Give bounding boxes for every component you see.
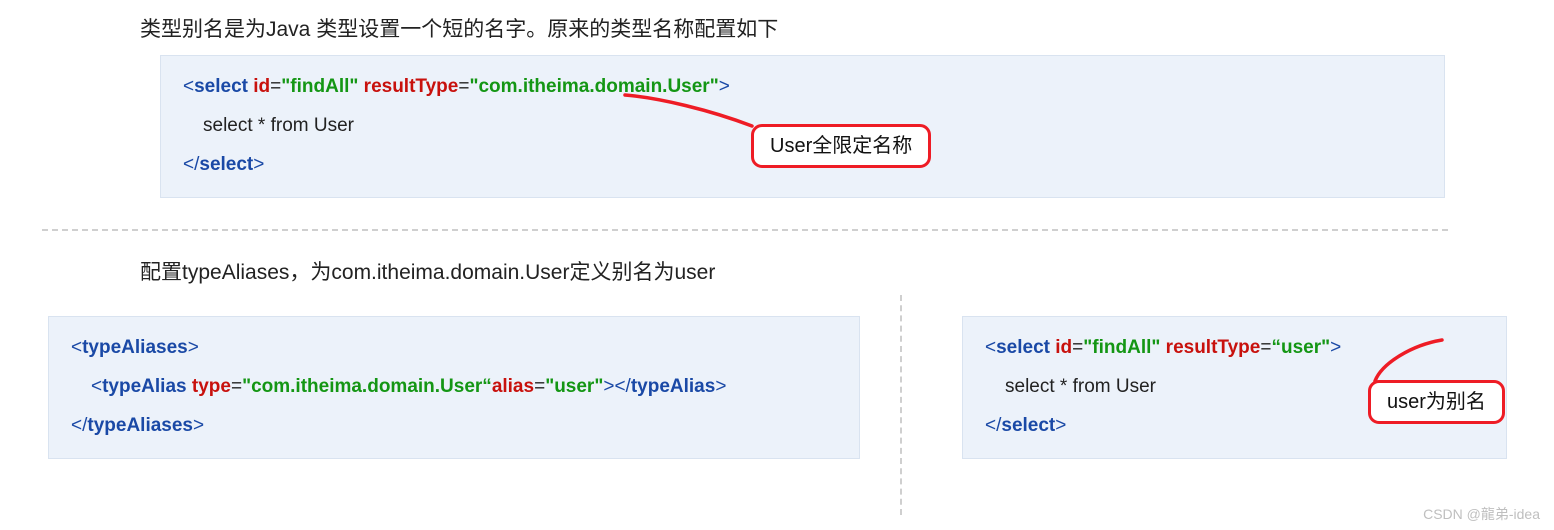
- angle-bracket: >: [603, 376, 614, 397]
- xml-tag: select: [996, 337, 1050, 358]
- angle-bracket: <: [183, 76, 194, 97]
- xml-tag: typeAlias: [631, 376, 715, 397]
- intro-text-2: 配置typeAliases，为com.itheima.domain.User定义…: [140, 256, 715, 286]
- xml-attr: resultType: [1166, 337, 1261, 358]
- sql-body: select * from User: [985, 368, 1156, 407]
- xml-value: "findAll": [281, 76, 358, 97]
- callout-bubble-2: user为别名: [1368, 380, 1505, 424]
- xml-value: "user": [545, 376, 603, 397]
- code-block-2: <typeAliases> <typeAlias type="com.ithei…: [48, 316, 860, 459]
- code-line: <typeAlias type="com.itheima.domain.User…: [71, 368, 837, 407]
- horizontal-divider: [42, 229, 1448, 231]
- xml-value: "com.itheima.domain.User": [469, 76, 718, 97]
- angle-bracket: >: [715, 376, 726, 397]
- equals: =: [270, 76, 281, 97]
- angle-bracket: >: [253, 154, 264, 175]
- xml-tag: select: [1001, 415, 1055, 436]
- angle-bracket: >: [1055, 415, 1066, 436]
- xml-attr: alias: [492, 376, 534, 397]
- angle-bracket: <: [985, 337, 996, 358]
- angle-bracket: <: [91, 376, 102, 397]
- intro-text-1: 类型别名是为Java 类型设置一个短的名字。原来的类型名称配置如下: [140, 13, 778, 43]
- equals: =: [231, 376, 242, 397]
- xml-tag: typeAliases: [82, 337, 188, 358]
- xml-tag: select: [194, 76, 248, 97]
- equals: =: [1072, 337, 1083, 358]
- xml-tag: select: [199, 154, 253, 175]
- xml-tag: typeAliases: [87, 415, 193, 436]
- equals: =: [534, 376, 545, 397]
- sql-body: select * from User: [183, 107, 354, 146]
- watermark: CSDN @龍弟-idea: [1423, 504, 1540, 524]
- xml-value: "findAll": [1083, 337, 1160, 358]
- xml-value: “user": [1271, 337, 1330, 358]
- angle-bracket: </: [985, 415, 1001, 436]
- angle-bracket: <: [71, 337, 82, 358]
- angle-bracket: >: [719, 76, 730, 97]
- angle-bracket: </: [183, 154, 199, 175]
- angle-bracket: >: [1330, 337, 1341, 358]
- equals: =: [458, 76, 469, 97]
- xml-attr: type: [192, 376, 231, 397]
- vertical-divider: [900, 295, 902, 515]
- xml-attr: id: [1055, 337, 1072, 358]
- xml-value: "com.itheima.domain.User“: [242, 376, 492, 397]
- equals: =: [1260, 337, 1271, 358]
- code-line: </typeAliases>: [71, 407, 837, 446]
- angle-bracket: </: [71, 415, 87, 436]
- code-line: <select id="findAll" resultType=“user">: [985, 329, 1484, 368]
- angle-bracket: >: [188, 337, 199, 358]
- xml-attr: resultType: [364, 76, 459, 97]
- xml-attr: id: [253, 76, 270, 97]
- callout-bubble-1: User全限定名称: [751, 124, 931, 168]
- code-line: <typeAliases>: [71, 329, 837, 368]
- angle-bracket: >: [193, 415, 204, 436]
- code-line: <select id="findAll" resultType="com.ith…: [183, 68, 1422, 107]
- xml-tag: typeAlias: [102, 376, 186, 397]
- angle-bracket: </: [614, 376, 630, 397]
